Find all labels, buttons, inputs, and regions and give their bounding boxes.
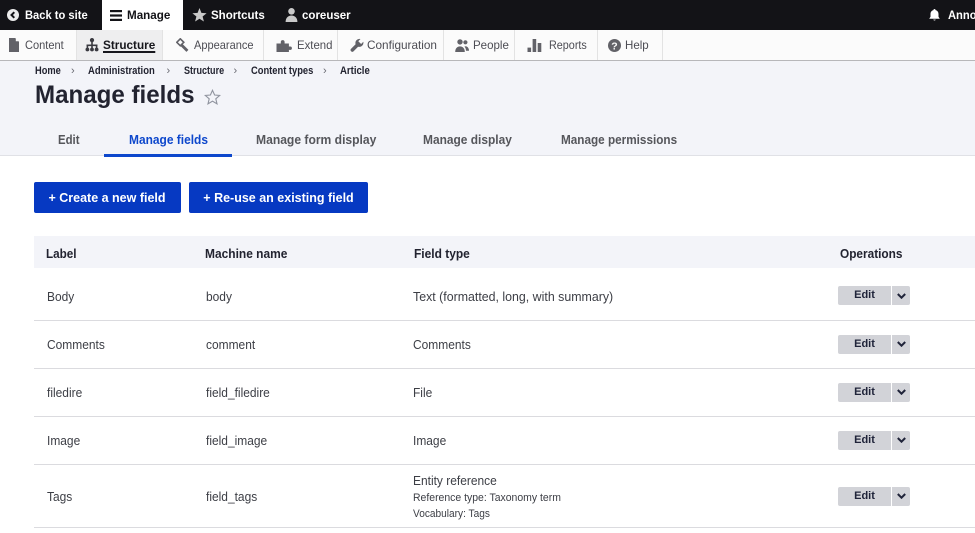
svg-text:?: ? (611, 40, 617, 52)
